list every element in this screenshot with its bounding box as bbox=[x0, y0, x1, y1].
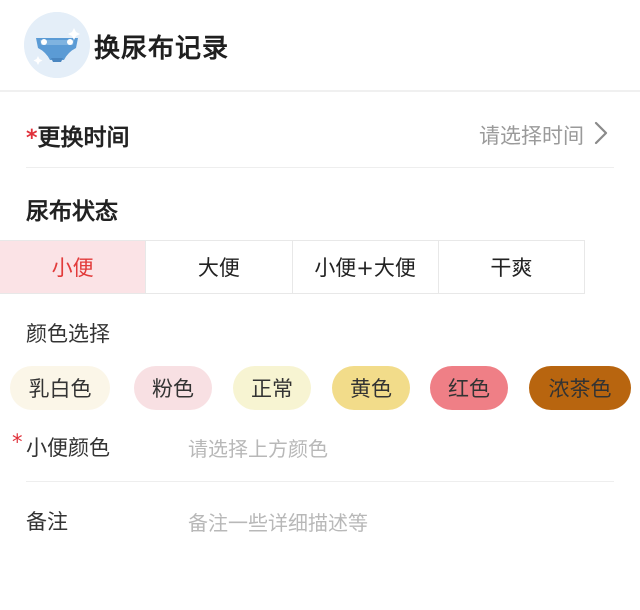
status-option-pee[interactable]: 小便 bbox=[0, 241, 146, 293]
change-time-row[interactable]: *更换时间 请选择时间 bbox=[26, 110, 614, 156]
page-title: 换尿布记录 bbox=[94, 34, 230, 64]
diaper-status-segmented-control: 小便 大便 小便+大便 干爽 bbox=[0, 240, 585, 294]
color-select-title: 颜色选择 bbox=[26, 322, 110, 346]
divider bbox=[26, 481, 614, 482]
note-label: 备注 bbox=[26, 510, 68, 534]
header: 换尿布记录 bbox=[0, 0, 640, 92]
divider bbox=[26, 167, 614, 168]
required-mark: * bbox=[26, 126, 38, 151]
change-time-label-text: 更换时间 bbox=[37, 125, 130, 151]
required-mark: * bbox=[12, 430, 23, 454]
color-chip-red[interactable]: 红色 bbox=[430, 366, 508, 410]
diaper-icon bbox=[24, 12, 90, 78]
color-chip-list: 乳白色 粉色 正常 黄色 红色 浓茶色 bbox=[10, 366, 635, 410]
chevron-right-icon[interactable] bbox=[590, 120, 612, 146]
color-chip-yellow[interactable]: 黄色 bbox=[332, 366, 410, 410]
change-time-label: *更换时间 bbox=[26, 118, 130, 152]
color-chip-normal[interactable]: 正常 bbox=[233, 366, 311, 410]
pee-color-label: 小便颜色 bbox=[26, 436, 110, 460]
diaper-record-page: 换尿布记录 *更换时间 请选择时间 尿布状态 小便 大便 小便+大便 干爽 颜色… bbox=[0, 0, 640, 610]
pee-color-placeholder[interactable]: 请选择上方颜色 bbox=[188, 433, 328, 462]
change-time-placeholder[interactable]: 请选择时间 bbox=[479, 120, 584, 150]
note-input[interactable]: 备注一些详细描述等 bbox=[188, 507, 368, 536]
status-option-poop[interactable]: 大便 bbox=[145, 241, 291, 293]
status-option-pee-and-poop[interactable]: 小便+大便 bbox=[291, 241, 438, 293]
note-row[interactable]: 备注 备注一些详细描述等 bbox=[26, 502, 614, 538]
status-option-dry[interactable]: 干爽 bbox=[437, 241, 584, 293]
color-chip-pink[interactable]: 粉色 bbox=[134, 366, 212, 410]
diaper-status-title: 尿布状态 bbox=[26, 199, 118, 225]
color-chip-milky-white[interactable]: 乳白色 bbox=[10, 366, 110, 410]
pee-color-row[interactable]: * 小便颜色 请选择上方颜色 bbox=[12, 428, 614, 464]
color-chip-dark-tea[interactable]: 浓茶色 bbox=[529, 366, 631, 410]
